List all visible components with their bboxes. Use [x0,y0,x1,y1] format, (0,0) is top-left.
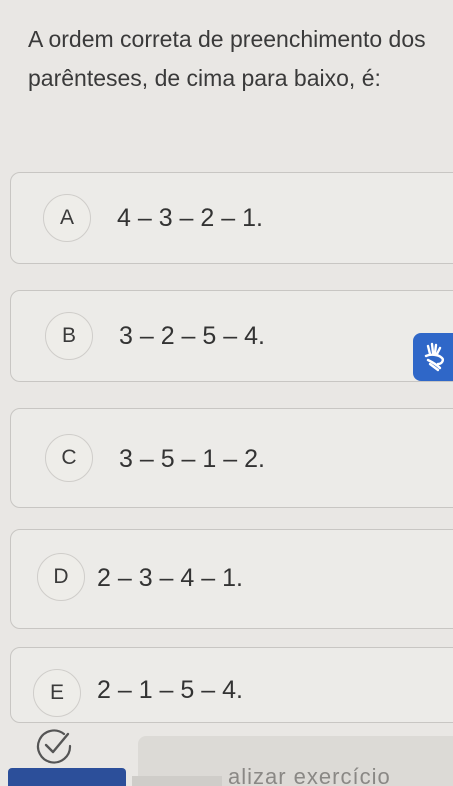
bottom-progress-bar [0,758,453,786]
option-d[interactable]: D 2 – 3 – 4 – 1. [10,529,453,629]
sign-language-icon [424,342,444,372]
option-text: 4 – 3 – 2 – 1. [117,204,263,232]
option-letter: C [45,434,93,482]
option-b[interactable]: B 3 – 2 – 5 – 4. [10,290,453,382]
accessibility-button[interactable] [413,333,453,381]
option-a[interactable]: A 4 – 3 – 2 – 1. [10,172,453,264]
option-text: 3 – 2 – 5 – 4. [119,322,265,350]
option-text: 3 – 5 – 1 – 2. [119,445,265,473]
progress-fill [8,768,126,786]
option-c[interactable]: C 3 – 5 – 1 – 2. [10,408,453,508]
option-text: 2 – 1 – 5 – 4. [97,676,243,704]
option-e[interactable]: E 2 – 1 – 5 – 4. [10,647,453,723]
question-text: A ordem correta de preenchimento dos par… [28,26,426,91]
option-letter: E [33,669,81,717]
option-letter: D [37,553,85,601]
option-text: 2 – 3 – 4 – 1. [97,564,243,592]
option-letter: A [43,194,91,242]
progress-track [132,776,222,786]
option-letter: B [45,312,93,360]
